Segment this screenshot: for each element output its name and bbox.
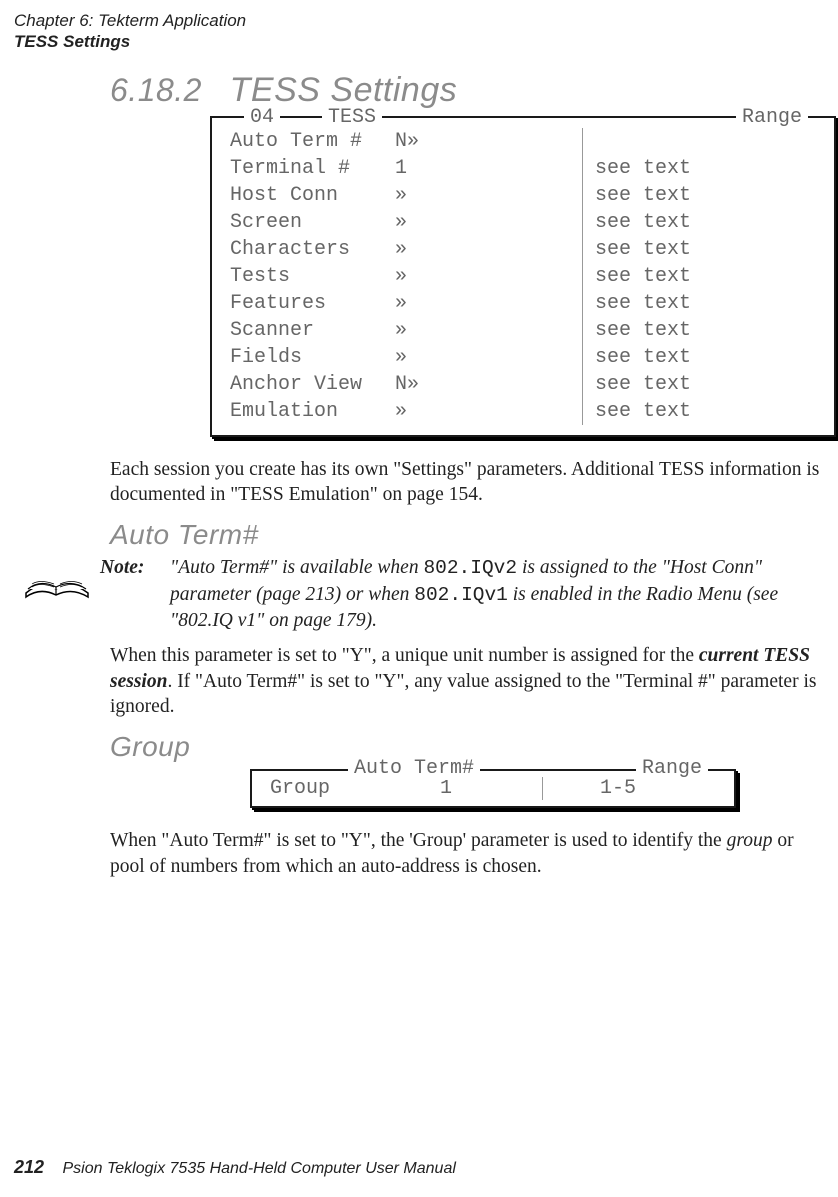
row-range: see text xyxy=(595,182,820,209)
table-row: Terminal # 1 see text xyxy=(230,155,820,182)
table-row: Tests » see text xyxy=(230,263,820,290)
table-row: Host Conn » see text xyxy=(230,182,820,209)
header-chapter: Chapter 6: Tekterm Application xyxy=(14,10,824,31)
row-range: see text xyxy=(595,209,820,236)
table-row: Screen » see text xyxy=(230,209,820,236)
row-range: see text xyxy=(595,344,820,371)
box-divider xyxy=(582,128,583,425)
row-range: see text xyxy=(595,317,820,344)
row-val: 1 xyxy=(440,777,550,800)
page-number: 212 xyxy=(14,1157,44,1177)
page: Chapter 6: Tekterm Application TESS Sett… xyxy=(0,0,838,1190)
note-text-1: "Auto Term#" is available when xyxy=(170,557,423,578)
box-label-04: 04 xyxy=(244,104,280,131)
table-row: Characters » see text xyxy=(230,236,820,263)
row-val: » xyxy=(395,263,595,290)
row-range: see text xyxy=(595,263,820,290)
row-name: Anchor View xyxy=(230,371,395,398)
table-row: Features » see text xyxy=(230,290,820,317)
table-row: Group 1 1-5 xyxy=(270,777,720,800)
footer-text: Psion Teklogix 7535 Hand-Held Computer U… xyxy=(63,1160,456,1177)
row-val: N» xyxy=(395,371,595,398)
tess-settings-box: 04 TESS Range Auto Term # N» Terminal # … xyxy=(210,116,836,437)
note-label: Note: xyxy=(100,555,170,579)
table-row: Fields » see text xyxy=(230,344,820,371)
row-name: Emulation xyxy=(230,398,395,425)
book-icon xyxy=(14,555,100,601)
note-code-2: 802.IQv1 xyxy=(414,584,508,606)
paragraph-auto-term: When this parameter is set to "Y", a uni… xyxy=(110,643,824,719)
row-range: see text xyxy=(595,290,820,317)
row-name: Tests xyxy=(230,263,395,290)
section-title: 6.18.2 TESS Settings xyxy=(110,71,824,110)
row-range: see text xyxy=(595,236,820,263)
box-divider-sm xyxy=(542,777,543,800)
row-val: » xyxy=(395,398,595,425)
row-name: Terminal # xyxy=(230,155,395,182)
row-range xyxy=(595,128,820,155)
row-name: Fields xyxy=(230,344,395,371)
row-val: » xyxy=(395,317,595,344)
row-name: Scanner xyxy=(230,317,395,344)
row-val: » xyxy=(395,290,595,317)
p-group-prefix: When "Auto Term#" is set to "Y", the 'Gr… xyxy=(110,830,727,851)
note-text: "Auto Term#" is available when 802.IQv2 … xyxy=(170,555,824,633)
row-range: 1-5 xyxy=(550,777,720,800)
heading-auto-term: Auto Term# xyxy=(110,519,824,551)
box-label-auto-term: Auto Term# xyxy=(348,757,480,780)
table-row: Scanner » see text xyxy=(230,317,820,344)
row-val: » xyxy=(395,236,595,263)
box-label-range-sm: Range xyxy=(636,757,708,780)
row-name: Features xyxy=(230,290,395,317)
section-number: 6.18.2 xyxy=(110,72,202,108)
row-val: » xyxy=(395,344,595,371)
note-code-1: 802.IQv2 xyxy=(423,557,517,579)
p-auto-suffix: . If "Auto Term#" is set to "Y", any val… xyxy=(110,671,816,717)
row-val: N» xyxy=(395,128,595,155)
header-section: TESS Settings xyxy=(14,31,824,52)
p-group-italic: group xyxy=(727,830,773,851)
group-box: Auto Term# Range Group 1 1-5 xyxy=(250,769,736,808)
row-name: Screen xyxy=(230,209,395,236)
row-name: Host Conn xyxy=(230,182,395,209)
row-range: see text xyxy=(595,155,820,182)
tess-rows: Auto Term # N» Terminal # 1 see text Hos… xyxy=(230,128,820,425)
row-val: » xyxy=(395,182,595,209)
row-name: Characters xyxy=(230,236,395,263)
row-range: see text xyxy=(595,371,820,398)
p-auto-prefix: When this parameter is set to "Y", a uni… xyxy=(110,645,699,666)
table-row: Emulation » see text xyxy=(230,398,820,425)
box-label-range: Range xyxy=(736,104,808,131)
row-name: Group xyxy=(270,777,440,800)
row-val: » xyxy=(395,209,595,236)
page-header: Chapter 6: Tekterm Application TESS Sett… xyxy=(14,10,824,53)
row-range: see text xyxy=(595,398,820,425)
row-val: 1 xyxy=(395,155,595,182)
note-block: Note: "Auto Term#" is available when 802… xyxy=(14,555,824,633)
paragraph-group: When "Auto Term#" is set to "Y", the 'Gr… xyxy=(110,828,824,879)
paragraph-session: Each session you create has its own "Set… xyxy=(110,457,824,508)
page-footer: 212 Psion Teklogix 7535 Hand-Held Comput… xyxy=(14,1157,456,1178)
table-row: Anchor View N» see text xyxy=(230,371,820,398)
table-row: Auto Term # N» xyxy=(230,128,820,155)
box-label-tess: TESS xyxy=(322,104,382,131)
row-name: Auto Term # xyxy=(230,128,395,155)
